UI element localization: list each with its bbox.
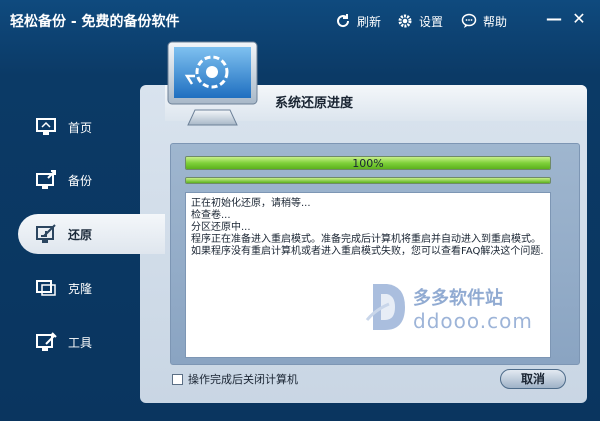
shutdown-option[interactable]: 操作完成后关闭计算机	[172, 371, 298, 387]
clone-icon	[36, 280, 56, 296]
sidebar-item-label: 工具	[68, 335, 93, 350]
watermark-url: ddooo.com	[413, 309, 533, 333]
shutdown-checkbox-label: 操作完成后关闭计算机	[188, 373, 298, 386]
refresh-icon	[337, 14, 350, 28]
tools-icon	[36, 332, 57, 351]
home-monitor-icon	[36, 118, 56, 135]
log-line: 检查卷...	[191, 210, 231, 221]
sidebar-item-backup[interactable]: 备份	[18, 160, 165, 200]
cancel-button[interactable]: 取消	[500, 369, 566, 389]
minimize-button[interactable]: —	[545, 10, 563, 28]
refresh-button[interactable]: 刷新	[335, 12, 381, 30]
sidebar-item-label: 还原	[68, 227, 93, 242]
secondary-progress-bar	[185, 177, 551, 184]
gear-icon	[398, 14, 412, 28]
sidebar-item-restore[interactable]: 还原	[18, 214, 165, 254]
log-line: 分区还原中...	[191, 222, 251, 233]
help-button[interactable]: 帮助	[461, 12, 507, 30]
log-line: 正在初始化还原，请稍等...	[191, 198, 311, 209]
log-line: 程序正在准备进入重启模式。准备完成后计算机将重启并自动进入到重启模式。如果程序没…	[191, 234, 544, 257]
title-bar: 轻松备份 - 免费的备份软件 刷新 设置 帮助 — ✕	[0, 0, 600, 40]
sidebar-item-label: 备份	[68, 173, 93, 188]
app-title: 轻松备份 - 免费的备份软件	[10, 14, 180, 30]
app-window: 轻松备份 - 免费的备份软件 刷新 设置 帮助 — ✕ 首页 备份 还原 克隆 …	[0, 0, 600, 421]
backup-icon	[36, 170, 56, 189]
restore-icon	[36, 224, 56, 243]
sidebar-item-home[interactable]: 首页	[18, 107, 165, 147]
sidebar-item-tools[interactable]: 工具	[18, 322, 165, 362]
page-title: 系统还原进度	[275, 96, 354, 111]
shutdown-checkbox[interactable]	[172, 373, 183, 385]
sidebar: 首页 备份 还原 克隆 工具	[0, 90, 165, 390]
secondary-progress-fill	[186, 178, 550, 183]
close-button[interactable]: ✕	[570, 10, 588, 28]
settings-button[interactable]: 设置	[397, 12, 443, 30]
sidebar-item-clone[interactable]: 克隆	[18, 268, 165, 308]
main-progress-bar: 100%	[185, 156, 551, 170]
refresh-label: 刷新	[357, 14, 382, 29]
settings-label: 设置	[419, 14, 444, 29]
watermark: 多多软件站 ddooo.com	[365, 280, 565, 340]
sidebar-item-label: 克隆	[68, 281, 93, 296]
help-label: 帮助	[483, 14, 508, 29]
restore-monitor-icon	[167, 41, 258, 126]
progress-label: 100%	[352, 157, 384, 170]
watermark-logo-icon	[365, 284, 405, 330]
help-bubble-icon	[461, 13, 477, 28]
sidebar-item-label: 首页	[68, 120, 93, 135]
watermark-text: 多多软件站	[413, 288, 503, 309]
